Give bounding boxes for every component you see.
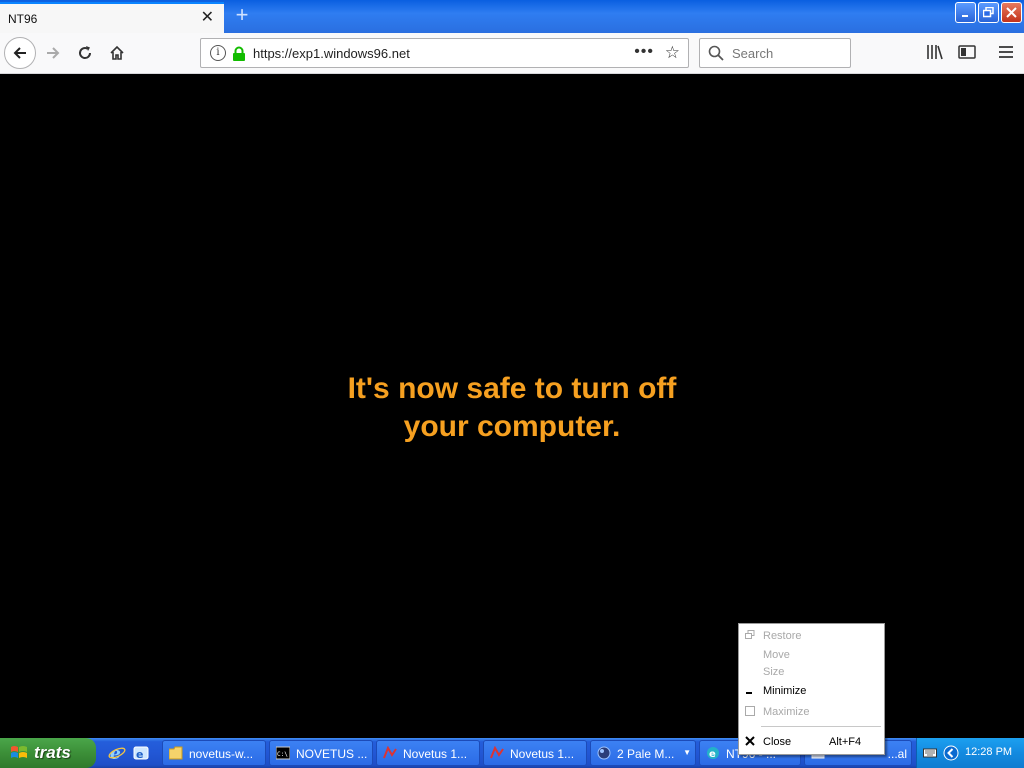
menu-button[interactable]: [995, 41, 1017, 63]
shutdown-message-line-1: It's now safe to turn off: [347, 372, 677, 405]
clock: 12:28 PM: [965, 746, 1013, 758]
novetus-icon: [383, 746, 397, 759]
forward-button[interactable]: [38, 38, 68, 68]
menu-item-label: Close: [763, 736, 792, 748]
globe-icon: [597, 746, 611, 760]
menu-item-close[interactable]: Close Alt+F4: [739, 734, 884, 751]
home-button[interactable]: [102, 38, 132, 68]
library-icon: [927, 45, 943, 60]
close-icon: [1006, 7, 1017, 18]
menu-separator: [761, 726, 881, 727]
svg-text:e: e: [136, 748, 143, 761]
close-window-button[interactable]: [1001, 2, 1022, 23]
keyboard-icon[interactable]: [923, 746, 937, 760]
page-actions-icon[interactable]: •••: [634, 43, 654, 61]
search-bar[interactable]: [699, 38, 851, 68]
show-hidden-icons-icon[interactable]: [943, 745, 959, 761]
search-input[interactable]: [730, 44, 845, 62]
folder-icon: [169, 746, 183, 760]
shutdown-message-line-2: your computer.: [403, 410, 621, 443]
restore-icon: [745, 630, 755, 639]
menu-item-minimize[interactable]: Minimize: [739, 683, 884, 700]
library-button[interactable]: [924, 41, 946, 63]
navigation-bar: i https://exp1.windows96.net ••• ☆: [0, 33, 1024, 74]
taskbar-button-label: Novetus 1...: [403, 747, 468, 761]
menu-item-maximize[interactable]: Maximize: [739, 704, 884, 721]
svg-text:e: e: [709, 749, 716, 760]
menu-item-label: Size: [763, 666, 785, 678]
reload-icon: [79, 46, 92, 59]
start-label: trats: [34, 743, 71, 762]
novetus-icon: [490, 746, 504, 759]
taskbar-button-novetus-cmd[interactable]: C:\ NOVETUS ...: [269, 740, 373, 766]
taskbar-button-label: novetus-w...: [189, 747, 254, 761]
minimize-icon: [961, 14, 968, 17]
info-icon[interactable]: i: [210, 45, 226, 61]
lock-icon: [233, 46, 245, 61]
search-icon: [708, 45, 724, 61]
url-bar[interactable]: i https://exp1.windows96.net ••• ☆: [200, 38, 689, 68]
ie-icon: e: [707, 747, 719, 760]
menu-item-restore[interactable]: Restore: [739, 628, 884, 645]
menu-item-size[interactable]: Size: [739, 664, 884, 681]
minimize-window-button[interactable]: [955, 2, 976, 23]
cmd-icon: C:\: [276, 746, 290, 760]
sidebar-icon: [958, 45, 976, 59]
taskbar-button-label: NOVETUS ...: [296, 747, 368, 761]
restore-icon: [983, 7, 994, 18]
menu-item-move[interactable]: Move: [739, 647, 884, 664]
taskbar-button-novetus-folder[interactable]: novetus-w...: [162, 740, 266, 766]
taskbar-button-novetus-1[interactable]: Novetus 1...: [376, 740, 480, 766]
reload-button[interactable]: [70, 38, 100, 68]
start-button[interactable]: trats: [0, 738, 96, 768]
taskbar-button-pale-moon-group[interactable]: 2 Pale M... ▼: [590, 740, 696, 766]
back-arrow-icon: [13, 47, 26, 59]
home-icon: [110, 45, 124, 60]
taskbar-button-novetus-2[interactable]: Novetus 1...: [483, 740, 587, 766]
title-bar: NT96 ✕ +: [0, 0, 1024, 33]
tab-title: NT96: [8, 12, 38, 26]
tab-close-icon[interactable]: ✕: [201, 9, 214, 27]
minimize-icon: [746, 692, 752, 694]
sidebar-button[interactable]: [956, 41, 978, 63]
system-tray: 12:28 PM: [916, 738, 1024, 768]
taskbar-button-label: Novetus 1...: [510, 747, 575, 761]
menu-item-label: Maximize: [763, 706, 810, 718]
bookmark-star-icon[interactable]: ☆: [665, 43, 680, 63]
shutdown-message: It's now safe to turn off your computer.: [262, 370, 762, 446]
restore-window-button[interactable]: [978, 2, 999, 23]
forward-arrow-icon: [47, 47, 60, 59]
url-text[interactable]: https://exp1.windows96.net: [253, 46, 410, 61]
svg-text:C:\: C:\: [277, 751, 288, 758]
taskbar-button-label: 2 Pale M...: [617, 747, 675, 761]
internet-explorer-icon[interactable]: e: [108, 744, 126, 762]
back-button[interactable]: [4, 37, 36, 69]
window-controls: [955, 2, 1022, 23]
hamburger-menu-icon: [999, 46, 1013, 58]
maximize-icon: [745, 706, 755, 716]
browser-tab[interactable]: NT96 ✕: [0, 2, 224, 33]
menu-item-label: Move: [763, 649, 790, 661]
menu-item-label: Restore: [763, 630, 802, 642]
outlook-express-icon[interactable]: e: [132, 744, 150, 762]
new-tab-button[interactable]: +: [232, 4, 252, 26]
menu-item-label: Minimize: [763, 685, 807, 697]
window-context-menu: Restore Move Size Minimize Maximize Clos…: [738, 623, 885, 755]
group-dropdown-icon[interactable]: ▼: [683, 748, 691, 757]
windows-flag-icon: [11, 746, 27, 758]
menu-item-shortcut: Alt+F4: [829, 736, 862, 748]
close-icon: [745, 736, 755, 746]
